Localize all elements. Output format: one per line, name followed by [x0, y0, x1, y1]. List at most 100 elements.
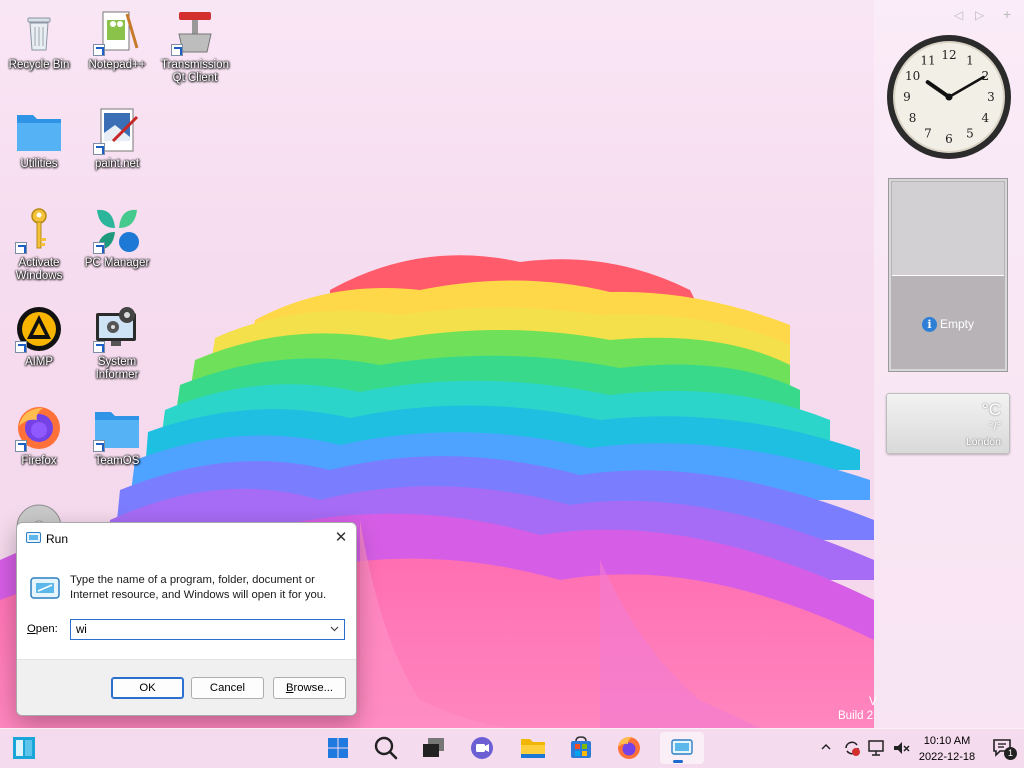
shortcut-arrow-icon — [15, 242, 27, 254]
clock-numeral: 10 — [905, 69, 920, 83]
firefox-icon — [618, 736, 640, 759]
desktop-icon-label: paint.net — [94, 158, 140, 170]
desktop-icon-aimp[interactable]: AIMP — [0, 305, 78, 369]
desktop-icon-label: AIMP — [24, 356, 54, 368]
shortcut-arrow-icon — [93, 143, 105, 155]
clock-numeral: 4 — [982, 111, 990, 125]
weather-gadget[interactable]: °C °/° London — [886, 393, 1010, 454]
clock-gadget[interactable]: 12 12 3 45678 9 1011 — [885, 33, 1013, 161]
desktop-icon-firefox[interactable]: Firefox — [0, 404, 78, 468]
open-input[interactable] — [71, 620, 321, 639]
folder-icon — [93, 404, 141, 452]
widgets-icon — [13, 737, 35, 759]
taskbar-run-button[interactable] — [660, 732, 704, 764]
windows-logo-icon — [328, 738, 348, 758]
run-title: Run — [46, 532, 69, 546]
watermark-line1: V — [869, 696, 877, 708]
desktop-icon-label: Activate Windows — [15, 257, 63, 282]
open-label-rest: pen: — [35, 623, 58, 635]
transmission-icon — [171, 8, 219, 56]
search-icon — [374, 736, 398, 760]
desktop-icon-label: Transmission Qt Client — [161, 59, 229, 84]
teams-chat-icon — [471, 737, 493, 759]
open-label: Open: — [27, 623, 58, 635]
open-label-mnemonic: O — [27, 623, 36, 635]
clock-numeral: 5 — [966, 126, 974, 140]
desktop-icon-pc-manager[interactable]: PC Manager — [78, 206, 156, 270]
weather-condition: °/° — [989, 421, 1001, 433]
sync-icon[interactable] — [842, 738, 862, 758]
slideshow-status: i Empty — [889, 317, 1007, 332]
shortcut-arrow-icon — [93, 44, 105, 56]
run-program-icon — [30, 577, 60, 599]
ok-button[interactable]: OK — [111, 677, 184, 699]
run-icon — [26, 532, 41, 543]
taskbar-date: 2022-12-18 — [918, 751, 976, 763]
taskbar-firefox-button[interactable] — [611, 732, 647, 764]
desktop-icon-label: Notepad++ — [88, 59, 146, 71]
clock-numeral: 8 — [909, 111, 917, 125]
taskbar-time: 10:10 AM — [923, 735, 971, 747]
desktop-icon-label: System Informer — [95, 356, 139, 381]
clock-numeral: 2 — [982, 69, 990, 83]
clock-numeral: 9 — [903, 90, 911, 104]
watermark-build: Build 2 — [838, 710, 874, 722]
desktop-icon-system-informer[interactable]: System Informer — [78, 305, 156, 382]
sidebar-add-gadget-button[interactable]: + — [1003, 6, 1011, 22]
slideshow-gadget[interactable]: i Empty — [888, 178, 1008, 372]
taskbar-teams-button[interactable] — [464, 732, 500, 764]
file-explorer-icon — [521, 739, 545, 758]
task-view-icon — [423, 738, 444, 757]
clock-numeral: 7 — [924, 126, 932, 140]
shortcut-arrow-icon — [93, 341, 105, 353]
clock-numeral: 3 — [987, 90, 995, 104]
run-titlebar[interactable]: Run ✕ — [17, 523, 356, 553]
desktop-icon-paintnet[interactable]: paint.net — [78, 107, 156, 171]
volume-muted-icon[interactable] — [891, 738, 911, 758]
shortcut-arrow-icon — [93, 440, 105, 452]
taskbar-widgets-button[interactable] — [6, 732, 42, 764]
taskbar-store-button[interactable] — [563, 732, 599, 764]
taskbar-file-explorer-button[interactable] — [515, 732, 551, 764]
run-description: Type the name of a program, folder, docu… — [70, 574, 327, 601]
firefox-icon — [15, 404, 63, 452]
paintnet-icon — [93, 107, 141, 155]
slideshow-frame — [892, 182, 1004, 276]
network-icon[interactable] — [866, 738, 886, 758]
cancel-button[interactable]: Cancel — [191, 677, 264, 699]
chevron-up-icon[interactable] — [820, 741, 832, 753]
clock-numeral: 11 — [920, 54, 935, 68]
taskbar-search-button[interactable] — [368, 732, 404, 764]
close-icon[interactable]: ✕ — [326, 523, 356, 553]
shortcut-arrow-icon — [15, 440, 27, 452]
notification-center-button[interactable]: 1 — [992, 737, 1018, 761]
desktop-icon-notepadpp[interactable]: Notepad++ — [78, 8, 156, 72]
desktop-icon-label: Firefox — [21, 455, 57, 467]
weather-city: London — [965, 436, 1001, 448]
sidebar-next-button[interactable]: ▷ — [975, 8, 984, 22]
desktop-icon-activate-windows[interactable]: Activate Windows — [0, 206, 78, 283]
browse-button[interactable]: Browse... — [273, 677, 346, 699]
open-combobox[interactable] — [70, 619, 345, 640]
desktop-icon-utilities[interactable]: Utilities — [0, 107, 78, 171]
taskbar-task-view-button[interactable] — [416, 732, 452, 764]
shortcut-arrow-icon — [171, 44, 183, 56]
recycle-bin-icon — [15, 8, 63, 56]
desktop-icon-label: TeamOS — [94, 455, 140, 467]
desktop-icon-transmission[interactable]: Transmission Qt Client — [156, 8, 234, 85]
desktop-icon-label: Recycle Bin — [8, 59, 70, 71]
notepadpp-icon — [93, 8, 141, 56]
taskbar-start-button[interactable] — [320, 732, 356, 764]
desktop-icon-teamos[interactable]: TeamOS — [78, 404, 156, 468]
key-icon — [15, 206, 63, 254]
info-icon: i — [921, 317, 937, 332]
aimp-icon — [15, 305, 63, 353]
system-informer-icon — [93, 305, 141, 353]
sidebar-prev-button[interactable]: ◁ — [954, 8, 963, 22]
clock-numeral: 1 — [966, 54, 974, 68]
chevron-down-icon[interactable] — [330, 624, 339, 633]
run-dialog: Run ✕ Type the name of a program, folder… — [16, 522, 357, 716]
desktop-icon-recycle-bin[interactable]: Recycle Bin — [0, 8, 78, 72]
taskbar-clock[interactable]: 10:10 AM 2022-12-18 — [918, 733, 976, 765]
shortcut-arrow-icon — [93, 242, 105, 254]
